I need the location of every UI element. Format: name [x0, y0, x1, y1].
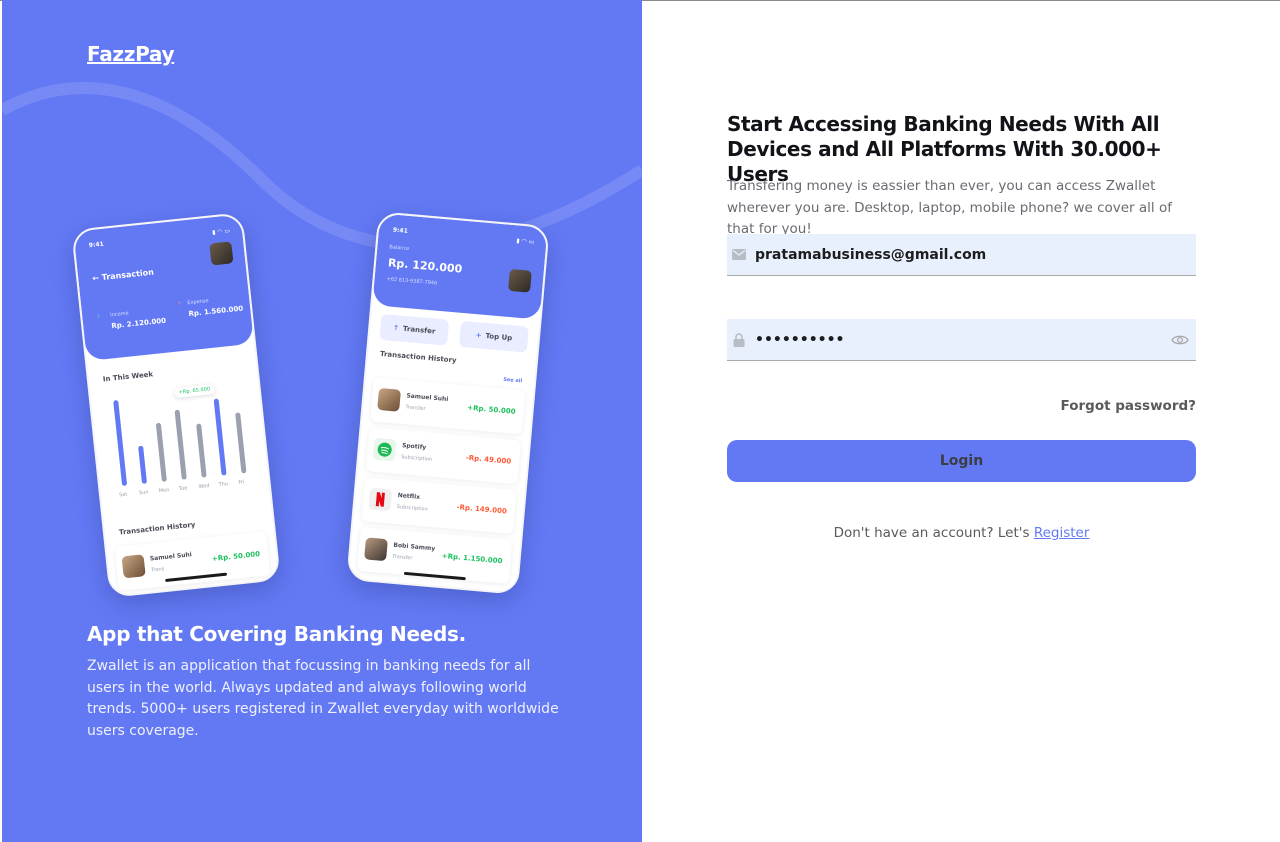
row-name: Bobi Sammy: [393, 541, 436, 553]
hero-title: App that Covering Banking Needs.: [87, 622, 466, 646]
week-bar-chart: Sat Sun Mon Tue Wed Thu Fri: [105, 384, 265, 499]
phone-header: 9:41 ▮ ◠ ▭ Balance Rp. 120.000 +62 813-9…: [372, 213, 548, 320]
avatar: [377, 387, 401, 412]
transaction-row[interactable]: Samuel Suhi Trans +Rp. 50.000: [114, 531, 271, 591]
balance-label: Balance: [389, 244, 410, 253]
row-amount: +Rp. 50.000: [211, 550, 261, 564]
week-bar: [213, 398, 227, 476]
row-sub: Subscription: [396, 503, 428, 513]
week-bar: [138, 445, 148, 484]
avatar: [209, 241, 234, 266]
row-amount: +Rp. 1.150.000: [441, 552, 503, 566]
balance-value: Rp. 120.000: [387, 256, 463, 276]
day-label: Mon: [158, 487, 170, 495]
topup-button[interactable]: + Top Up: [458, 320, 529, 353]
transaction-row[interactable]: Netflix Subscription -Rp. 149.000: [361, 477, 517, 535]
phone-mockup-home: 9:41 ▮ ◠ ▭ Balance Rp. 120.000 +62 813-9…: [346, 211, 550, 595]
row-amount: +Rp. 50.000: [466, 403, 516, 416]
day-label: Thu: [218, 481, 229, 488]
netflix-logo-icon: [368, 487, 393, 512]
phone-title-text: Transaction: [101, 267, 155, 283]
week-bar: [174, 409, 187, 480]
week-bar: [155, 422, 167, 482]
transaction-row[interactable]: Spotify Subscription -Rp. 49.000: [365, 427, 522, 485]
row-sub: Trans: [150, 566, 165, 574]
row-sub: Subscription: [400, 454, 433, 463]
phone-time: 9:41: [88, 240, 105, 250]
expense-label: Expense: [187, 298, 209, 307]
transfer-label: Transfer: [402, 324, 436, 336]
day-label: Sun: [138, 489, 149, 497]
register-link[interactable]: Register: [1034, 525, 1090, 541]
week-bar: [113, 400, 128, 487]
row-name: Samuel Suhi: [149, 551, 193, 563]
login-button[interactable]: Login: [727, 440, 1196, 482]
mail-icon: [731, 247, 747, 263]
row-sub: Transfer: [392, 553, 413, 562]
expense-arrow-icon: ↑: [177, 300, 182, 308]
login-description: Transfering money is eassier than ever, …: [727, 178, 1172, 237]
avatar: [364, 537, 388, 562]
history-title: Transaction History: [379, 349, 457, 365]
phone-title: ← Transaction: [92, 268, 154, 283]
row-name: Spotify: [401, 442, 427, 452]
history-title: Transaction History: [118, 520, 196, 537]
plus-icon: +: [475, 331, 482, 340]
row-amount: -Rp. 49.000: [465, 453, 512, 466]
topup-label: Top Up: [485, 332, 513, 343]
expense-value: Rp. 1.560.000: [188, 304, 244, 319]
forgot-password-link[interactable]: Forgot password?: [1060, 398, 1196, 414]
income-value: Rp. 2.120.000: [111, 316, 167, 331]
arrow-up-icon: ↑: [392, 323, 400, 333]
transfer-button[interactable]: ↑ Transfer: [379, 313, 450, 346]
password-input[interactable]: [747, 319, 1170, 360]
lock-icon: [731, 332, 747, 348]
income-label: Income: [109, 310, 129, 319]
signup-text: Don't have an account? Let's: [833, 525, 1030, 541]
avatar: [508, 268, 532, 293]
hero-panel: FazzPay 9:41 ▮ ◠ ▭ ← Transaction ↓ Incom…: [2, 0, 642, 842]
income-arrow-icon: ↓: [96, 313, 101, 320]
status-icons: ▮ ◠ ▭: [516, 237, 535, 246]
row-sub: Transfer: [405, 404, 426, 413]
password-field[interactable]: [727, 319, 1196, 361]
day-label: Sat: [118, 491, 128, 499]
hero-description: Zwallet is an application that focussing…: [87, 658, 559, 739]
row-name: Netflix: [397, 491, 421, 501]
phone-number: +62 813-9387-7946: [386, 276, 438, 287]
signup-prompt: Don't have an account? Let's Register: [727, 525, 1196, 541]
row-amount: -Rp. 149.000: [456, 503, 508, 516]
day-label: Fri: [238, 479, 245, 486]
phone-time: 9:41: [392, 226, 409, 235]
brand-logo[interactable]: FazzPay: [87, 42, 175, 66]
email-input[interactable]: [747, 234, 1196, 275]
back-arrow-icon: ←: [91, 273, 100, 284]
eye-icon[interactable]: [1170, 330, 1190, 350]
transaction-row[interactable]: Samuel Suhi Transfer +Rp. 50.000: [370, 377, 526, 435]
day-label: Wed: [198, 482, 210, 491]
spotify-logo-icon: [372, 437, 397, 462]
week-bar: [235, 412, 247, 474]
week-bar: [196, 423, 207, 478]
status-icons: ▮ ◠ ▭: [211, 227, 231, 237]
email-field[interactable]: [727, 234, 1196, 276]
see-all-link[interactable]: See all: [503, 377, 522, 385]
day-label: Tue: [178, 485, 188, 493]
phone-header: 9:41 ▮ ◠ ▭ ← Transaction ↓ Income Rp. 2.…: [73, 214, 254, 362]
avatar: [121, 554, 146, 579]
week-title: In This Week: [102, 370, 154, 384]
row-name: Samuel Suhi: [406, 392, 449, 404]
